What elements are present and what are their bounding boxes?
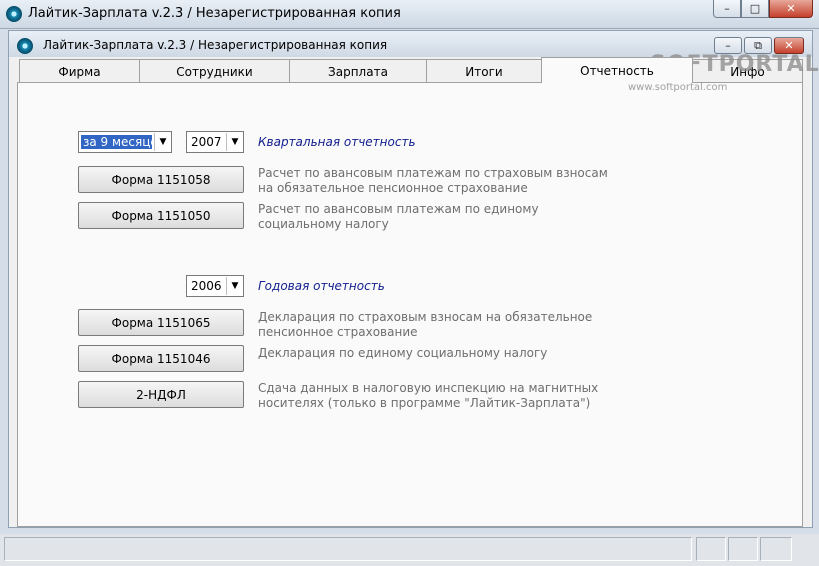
quarterly-heading: Квартальная отчетность	[258, 135, 416, 149]
annual-heading: Годовая отчетность	[258, 279, 385, 293]
period-select-value: за 9 месяцев	[81, 135, 152, 149]
inner-window: Лайтик-Зарплата v.2.3 / Незарегистрирова…	[8, 30, 813, 528]
form-1151065-button[interactable]: Форма 1151065	[78, 309, 244, 336]
status-bar	[0, 534, 819, 566]
period-select[interactable]: за 9 месяцев ▼	[78, 131, 172, 153]
annual-year-select[interactable]: 2006 ▼	[186, 275, 244, 297]
status-cell-3	[760, 537, 792, 561]
form-1151046-description: Декларация по единому социальному налогу	[258, 346, 548, 360]
app-gear-icon	[6, 6, 22, 22]
status-cell-main	[4, 537, 692, 561]
inner-app-gear-icon	[17, 38, 33, 54]
status-cell-2	[728, 537, 758, 561]
tab-firma[interactable]: Фирма	[19, 59, 140, 83]
tab-sotrudniki[interactable]: Сотрудники	[139, 59, 290, 83]
outer-maximize-button[interactable]: □	[741, 0, 769, 18]
outer-window-title: Лайтик-Зарплата v.2.3 / Незарегистрирова…	[28, 6, 401, 21]
chevron-down-icon[interactable]: ▼	[226, 277, 243, 295]
outer-title-bar: Лайтик-Зарплата v.2.3 / Незарегистрирова…	[0, 0, 819, 29]
quarter-year-value: 2007	[191, 135, 222, 149]
inner-window-title: Лайтик-Зарплата v.2.3 / Незарегистрирова…	[43, 38, 388, 52]
form-1151058-description: Расчет по авансовым платежам по страховы…	[258, 166, 608, 195]
form-1151065-description: Декларация по страховым взносам на обяза…	[258, 310, 593, 339]
tab-strip: Фирма Сотрудники Зарплата Итоги Отчетнос…	[19, 57, 803, 83]
reports-panel: за 9 месяцев ▼ 2007 ▼ Квартальная отчетн…	[17, 82, 803, 527]
annual-year-value: 2006	[191, 279, 222, 293]
form-1151058-button[interactable]: Форма 1151058	[78, 166, 244, 193]
form-1151050-button[interactable]: Форма 1151050	[78, 202, 244, 229]
softportal-url-watermark: www.softportal.com	[628, 82, 728, 93]
ndfl-2-button[interactable]: 2-НДФЛ	[78, 381, 244, 408]
outer-minimize-button[interactable]: –	[713, 0, 741, 18]
form-1151046-button[interactable]: Форма 1151046	[78, 345, 244, 372]
tab-itogi[interactable]: Итоги	[426, 59, 542, 83]
quarter-year-select[interactable]: 2007 ▼	[186, 131, 244, 153]
chevron-down-icon[interactable]: ▼	[226, 133, 243, 151]
outer-window-controls: – □ ✕	[713, 0, 813, 18]
chevron-down-icon[interactable]: ▼	[154, 133, 171, 151]
tab-otchetnost[interactable]: Отчетность	[541, 57, 693, 83]
tab-zarplata[interactable]: Зарплата	[289, 59, 427, 83]
form-1151050-description: Расчет по авансовым платежам по единому …	[258, 202, 539, 231]
status-cell-1	[696, 537, 726, 561]
outer-close-button[interactable]: ✕	[769, 0, 813, 18]
ndfl-2-description: Сдача данных в налоговую инспекцию на ма…	[258, 381, 599, 410]
